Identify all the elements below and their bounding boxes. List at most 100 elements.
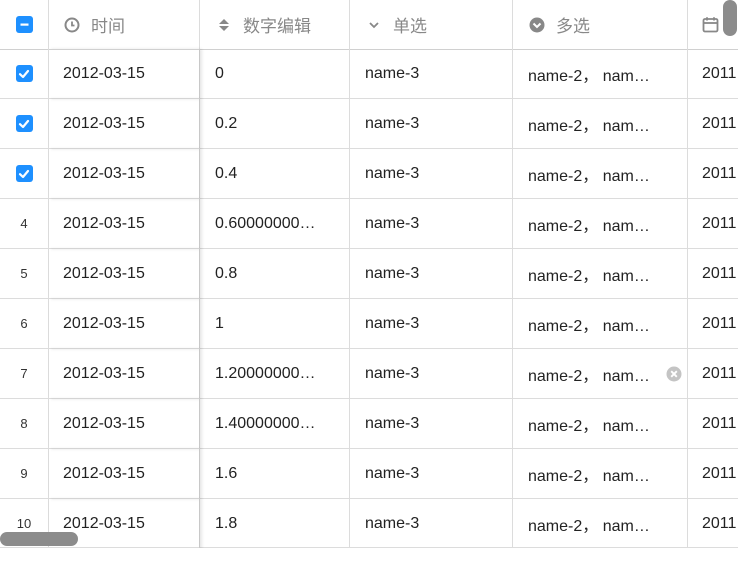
single-select-cell[interactable]: name-3 bbox=[350, 299, 513, 349]
multi-select-cell[interactable]: name-2， name-1 bbox=[513, 399, 688, 449]
multi-select-cell[interactable]: name-2， name-1 bbox=[513, 149, 688, 199]
table-row[interactable]: 2012-03-15 0.4 name-3 name-2， name-1 2011 bbox=[0, 149, 738, 199]
multi-select-cell[interactable]: name-2， name-1 bbox=[513, 49, 688, 99]
time-cell[interactable]: 2012-03-15 bbox=[49, 449, 200, 499]
number-cell[interactable]: 0.6000000000000001 bbox=[200, 199, 350, 249]
table-row[interactable]: 9 2012-03-15 1.6 name-3 name-2， name-1 2011 bbox=[0, 449, 738, 499]
multi-select-cell[interactable]: name-2， name-1 bbox=[513, 199, 688, 249]
multi-select-cell[interactable]: name-2， name-1 bbox=[513, 299, 688, 349]
single-select-cell[interactable]: name-3 bbox=[350, 449, 513, 499]
date-value: 2011 bbox=[702, 414, 737, 432]
date-cell[interactable]: 2011 bbox=[688, 299, 738, 349]
select-all-checkbox[interactable] bbox=[15, 16, 33, 33]
single-select-cell[interactable]: name-3 bbox=[350, 149, 513, 199]
header-time[interactable]: 时间 bbox=[49, 0, 200, 50]
multi-select-value: name-2， name-1 bbox=[528, 417, 656, 435]
multi-select-cell[interactable]: name-2， name-1 bbox=[513, 249, 688, 299]
row-select-cell: 6 bbox=[0, 299, 49, 349]
header-number-label: 数字编辑 bbox=[243, 17, 311, 36]
time-value: 2012-03-15 bbox=[63, 64, 145, 82]
row-checkbox[interactable] bbox=[15, 165, 33, 182]
date-cell[interactable]: 2011 bbox=[688, 249, 738, 299]
date-cell[interactable]: 2011 bbox=[688, 499, 738, 548]
header-multi[interactable]: 多选 bbox=[513, 0, 688, 50]
date-value: 2011 bbox=[702, 314, 737, 332]
time-cell[interactable]: 2012-03-15 bbox=[49, 199, 200, 249]
row-select-cell: 4 bbox=[0, 199, 49, 249]
horizontal-scrollbar[interactable] bbox=[0, 532, 78, 546]
number-cell[interactable]: 0 bbox=[200, 49, 350, 99]
row-number: 5 bbox=[20, 266, 28, 281]
date-cell[interactable]: 2011 bbox=[688, 49, 738, 99]
single-select-value: name-3 bbox=[365, 264, 420, 282]
multi-select-value: name-2， name-1 bbox=[528, 467, 656, 485]
table-row[interactable]: 7 2012-03-15 1.2000000000000002 name-3 name-… bbox=[0, 349, 738, 399]
header-time-label: 时间 bbox=[91, 17, 125, 36]
time-cell[interactable]: 2012-03-15 bbox=[49, 349, 200, 399]
multi-select-cell[interactable]: name-2， name-1 bbox=[513, 449, 688, 499]
single-select-cell[interactable]: name-3 bbox=[350, 49, 513, 99]
single-select-value: name-3 bbox=[365, 164, 420, 182]
number-value: 1.4000000000000001 bbox=[215, 414, 319, 432]
clear-circle-icon[interactable] bbox=[666, 366, 682, 382]
clock-icon bbox=[63, 16, 81, 34]
row-number: 10 bbox=[16, 516, 32, 531]
date-cell[interactable]: 2011 bbox=[688, 399, 738, 449]
time-cell[interactable]: 2012-03-15 bbox=[49, 249, 200, 299]
table-row[interactable]: 8 2012-03-15 1.4000000000000001 name-3 name-… bbox=[0, 399, 738, 449]
row-number: 8 bbox=[20, 416, 28, 431]
number-cell[interactable]: 0.4 bbox=[200, 149, 350, 199]
single-select-cell[interactable]: name-3 bbox=[350, 499, 513, 548]
single-select-cell[interactable]: name-3 bbox=[350, 249, 513, 299]
date-cell[interactable]: 2011 bbox=[688, 199, 738, 249]
single-select-cell[interactable]: name-3 bbox=[350, 399, 513, 449]
multi-select-cell[interactable]: name-2， name-1 bbox=[513, 99, 688, 149]
table-row[interactable]: 6 2012-03-15 1 name-3 name-2， name-1 2011 bbox=[0, 299, 738, 349]
number-value: 0.2 bbox=[215, 114, 238, 132]
table-row[interactable]: 2012-03-15 0.2 name-3 name-2， name-1 2011 bbox=[0, 99, 738, 149]
table-row[interactable]: 4 2012-03-15 0.6000000000000001 name-3 name-… bbox=[0, 199, 738, 249]
time-cell[interactable]: 2012-03-15 bbox=[49, 399, 200, 449]
single-select-cell[interactable]: name-3 bbox=[350, 99, 513, 149]
header-number[interactable]: 数字编辑 bbox=[200, 0, 350, 50]
time-value: 2012-03-15 bbox=[63, 364, 145, 382]
row-checkbox[interactable] bbox=[15, 65, 33, 82]
single-select-cell[interactable]: name-3 bbox=[350, 349, 513, 399]
number-value: 1.6 bbox=[215, 464, 238, 482]
header-row: 时间 数字编辑 单选 多选 bbox=[0, 0, 738, 50]
multi-select-cell[interactable]: name-2， name-1 bbox=[513, 349, 688, 399]
date-value: 2011 bbox=[702, 164, 737, 182]
time-cell[interactable]: 2012-03-15 bbox=[49, 149, 200, 199]
time-cell[interactable]: 2012-03-15 bbox=[49, 299, 200, 349]
time-value: 2012-03-15 bbox=[63, 264, 145, 282]
time-cell[interactable]: 2012-03-15 bbox=[49, 99, 200, 149]
row-number: 7 bbox=[20, 366, 28, 381]
number-cell[interactable]: 0.2 bbox=[200, 99, 350, 149]
number-cell[interactable]: 1.6 bbox=[200, 449, 350, 499]
number-cell[interactable]: 1.4000000000000001 bbox=[200, 399, 350, 449]
date-value: 2011 bbox=[702, 464, 737, 482]
date-cell[interactable]: 2011 bbox=[688, 349, 738, 399]
number-cell[interactable]: 1.8 bbox=[200, 499, 350, 548]
date-cell[interactable]: 2011 bbox=[688, 149, 738, 199]
date-cell[interactable]: 2011 bbox=[688, 99, 738, 149]
number-value: 0.4 bbox=[215, 164, 238, 182]
row-checkbox[interactable] bbox=[15, 115, 33, 132]
date-value: 2011 bbox=[702, 214, 737, 232]
number-cell[interactable]: 1 bbox=[200, 299, 350, 349]
multi-select-value: name-2， name-1 bbox=[528, 217, 656, 235]
date-cell[interactable]: 2011 bbox=[688, 449, 738, 499]
number-cell[interactable]: 0.8 bbox=[200, 249, 350, 299]
vertical-scrollbar[interactable] bbox=[723, 0, 737, 36]
header-single[interactable]: 单选 bbox=[350, 0, 513, 50]
single-select-cell[interactable]: name-3 bbox=[350, 199, 513, 249]
number-cell[interactable]: 1.2000000000000002 bbox=[200, 349, 350, 399]
single-select-value: name-3 bbox=[365, 64, 420, 82]
multi-select-cell[interactable]: name-2， name-1 bbox=[513, 499, 688, 548]
time-value: 2012-03-15 bbox=[63, 164, 145, 182]
table-row[interactable]: 5 2012-03-15 0.8 name-3 name-2， name-1 2011 bbox=[0, 249, 738, 299]
table-row[interactable]: 10 2012-03-15 1.8 name-3 name-2， name-1 2011 bbox=[0, 499, 738, 548]
time-cell[interactable]: 2012-03-15 bbox=[49, 49, 200, 99]
time-value: 2012-03-15 bbox=[63, 314, 145, 332]
table-row[interactable]: 2012-03-15 0 name-3 name-2， name-1 2011 bbox=[0, 49, 738, 99]
